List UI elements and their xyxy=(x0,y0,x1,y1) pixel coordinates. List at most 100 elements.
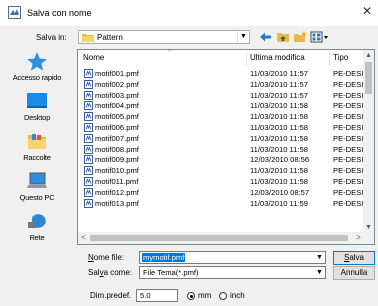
scroll-left-icon[interactable]: < xyxy=(78,232,89,244)
file-date: 12/03/2010 08:57 xyxy=(250,187,310,197)
lookin-label: Salva in: xyxy=(36,33,67,42)
pmf-file-icon xyxy=(84,198,93,208)
dimpredef-input[interactable]: 5.0 xyxy=(136,289,178,302)
file-row[interactable]: motif003.pmf 11/03/2010 11:57 PE-DESIGN xyxy=(78,90,364,101)
file-row[interactable]: motif012.pmf 12/03/2010 08:57 PE-DESIGN xyxy=(78,187,364,198)
save-as-dialog: Salva con nome ✕ Salva in: Pattern ▼ Acc… xyxy=(0,0,378,306)
chevron-down-icon[interactable]: ▼ xyxy=(314,267,325,278)
folder-icon xyxy=(82,34,94,42)
place-label: Raccolte xyxy=(23,153,51,162)
cancel-button[interactable]: Annulla xyxy=(333,266,375,280)
file-row[interactable]: motif008.pmf 11/03/2010 11:58 PE-DESIGN xyxy=(78,144,364,155)
filename-value: mymotif.pmf xyxy=(142,253,186,262)
file-type: PE-DESIGN xyxy=(333,155,364,165)
file-date: 11/03/2010 11:58 xyxy=(250,177,308,186)
file-row[interactable]: motif006.pmf 11/03/2010 11:58 PE-DESIGN xyxy=(78,122,364,133)
pmf-file-icon xyxy=(84,144,93,154)
file-row[interactable]: motif004.pmf 11/03/2010 11:58 PE-DESIGN xyxy=(78,100,364,111)
column-divider[interactable] xyxy=(329,52,330,66)
file-row[interactable]: motif009.pmf 12/03/2010 08:56 PE-DESIGN xyxy=(78,154,364,165)
filetype-value: File Tema(*.pmf) xyxy=(143,268,199,277)
file-row[interactable]: motif001.pmf 11/03/2010 11:57 PE-DESIGN xyxy=(78,68,364,79)
pmf-file-icon xyxy=(84,101,93,111)
file-row[interactable]: motif005.pmf 11/03/2010 11:58 PE-DESIGN xyxy=(78,111,364,122)
column-divider[interactable] xyxy=(246,52,247,66)
filename-input[interactable]: mymotif.pmf ▼ xyxy=(139,251,326,264)
dimpredef-value: 5.0 xyxy=(140,291,151,300)
file-name: motif003.pmf xyxy=(95,90,139,100)
list-header: ^ Nome Ultima modifica Tipo xyxy=(78,50,364,68)
column-header-date[interactable]: Ultima modifica xyxy=(250,53,305,62)
pmf-file-icon xyxy=(84,69,93,78)
chevron-down-icon[interactable]: ▼ xyxy=(237,31,249,43)
file-type: PE-DESIGN xyxy=(333,144,364,154)
place-network[interactable]: Rete xyxy=(4,209,70,247)
radio-mm[interactable] xyxy=(187,292,195,300)
vertical-scrollbar[interactable]: ▲ ▼ xyxy=(363,50,374,233)
column-header-type[interactable]: Tipo xyxy=(333,53,348,62)
radio-inch-label: inch xyxy=(230,291,245,300)
file-row[interactable]: motif002.pmf 11/03/2010 11:57 PE-DESIGN xyxy=(78,79,364,90)
file-date: 11/03/2010 11:57 xyxy=(250,79,308,89)
place-quick-access[interactable]: Accesso rapido xyxy=(4,49,70,87)
file-list[interactable]: ^ Nome Ultima modifica Tipo motif001.pmf… xyxy=(77,49,375,245)
radio-inch[interactable] xyxy=(219,292,227,300)
star-icon xyxy=(27,52,47,71)
place-label: Questo PC xyxy=(19,193,55,202)
window-title: Salva con nome xyxy=(27,8,92,18)
file-name: motif007.pmf xyxy=(95,133,139,143)
file-row[interactable]: motif011.pmf 11/03/2010 11:58 PE-DESIGN xyxy=(78,176,364,187)
up-folder-icon[interactable] xyxy=(276,30,291,44)
scroll-thumb[interactable] xyxy=(365,62,372,94)
file-row[interactable]: motif010.pmf 11/03/2010 11:58 PE-DESIGN xyxy=(78,165,364,176)
back-arrow-icon[interactable] xyxy=(258,30,273,44)
places-bar: Accesso rapido Desktop Raccolte Questo P… xyxy=(4,49,70,245)
file-name: motif008.pmf xyxy=(95,144,139,154)
scroll-thumb[interactable] xyxy=(90,235,348,241)
close-button[interactable]: ✕ xyxy=(356,0,378,22)
file-type: PE-DESIGN xyxy=(333,90,364,100)
file-type: PE-DESIGN xyxy=(333,133,364,143)
file-row[interactable]: motif007.pmf 11/03/2010 11:58 PE-DESIGN xyxy=(78,133,364,144)
view-menu-icon[interactable] xyxy=(310,30,329,44)
new-folder-icon[interactable] xyxy=(293,30,308,44)
lookin-value: Pattern xyxy=(97,33,123,42)
file-name: motif002.pmf xyxy=(95,79,139,89)
place-desktop[interactable]: Desktop xyxy=(4,89,70,127)
libraries-icon xyxy=(28,134,46,149)
file-name: motif010.pmf xyxy=(95,166,139,176)
filetype-combo[interactable]: File Tema(*.pmf) ▼ xyxy=(139,266,326,279)
horizontal-scrollbar[interactable]: < > xyxy=(78,232,364,244)
file-type: PE-DESIGN xyxy=(333,166,364,176)
place-libraries[interactable]: Raccolte xyxy=(4,129,70,167)
network-icon xyxy=(28,214,46,228)
pmf-file-icon xyxy=(84,123,93,132)
file-date: 11/03/2010 11:58 xyxy=(250,133,308,143)
file-date: 11/03/2010 11:58 xyxy=(250,112,308,122)
lookin-combo[interactable]: Pattern ▼ xyxy=(78,30,250,44)
file-type: PE-DESIGN xyxy=(333,79,364,89)
file-row[interactable]: motif013.pmf 11/03/2010 11:59 PE-DESIGN xyxy=(78,198,364,209)
save-button[interactable]: Salva xyxy=(333,251,375,265)
file-name: motif011.pmf xyxy=(95,177,139,186)
chevron-down-icon[interactable]: ▼ xyxy=(314,252,325,263)
pmf-file-icon xyxy=(84,187,93,197)
file-date: 11/03/2010 11:58 xyxy=(250,166,308,176)
dimpredef-label: Dim.predef. xyxy=(90,291,132,300)
column-header-name[interactable]: Nome xyxy=(83,53,104,62)
file-type: PE-DESIGN xyxy=(333,187,364,197)
place-this-pc[interactable]: Questo PC xyxy=(4,169,70,207)
place-label: Accesso rapido xyxy=(12,73,62,82)
file-date: 11/03/2010 11:57 xyxy=(250,69,308,78)
scroll-up-icon[interactable]: ▲ xyxy=(363,50,374,61)
file-name: motif001.pmf xyxy=(95,69,139,78)
sort-ascending-icon: ^ xyxy=(168,49,172,56)
file-date: 12/03/2010 08:56 xyxy=(250,155,310,165)
file-type: PE-DESIGN xyxy=(333,112,364,122)
file-type: PE-DESIGN xyxy=(333,198,364,208)
file-name: motif005.pmf xyxy=(95,112,139,122)
file-type: PE-DESIGN xyxy=(333,177,364,186)
file-date: 11/03/2010 11:58 xyxy=(250,101,308,111)
app-icon xyxy=(8,6,21,19)
file-name: motif012.pmf xyxy=(95,187,139,197)
